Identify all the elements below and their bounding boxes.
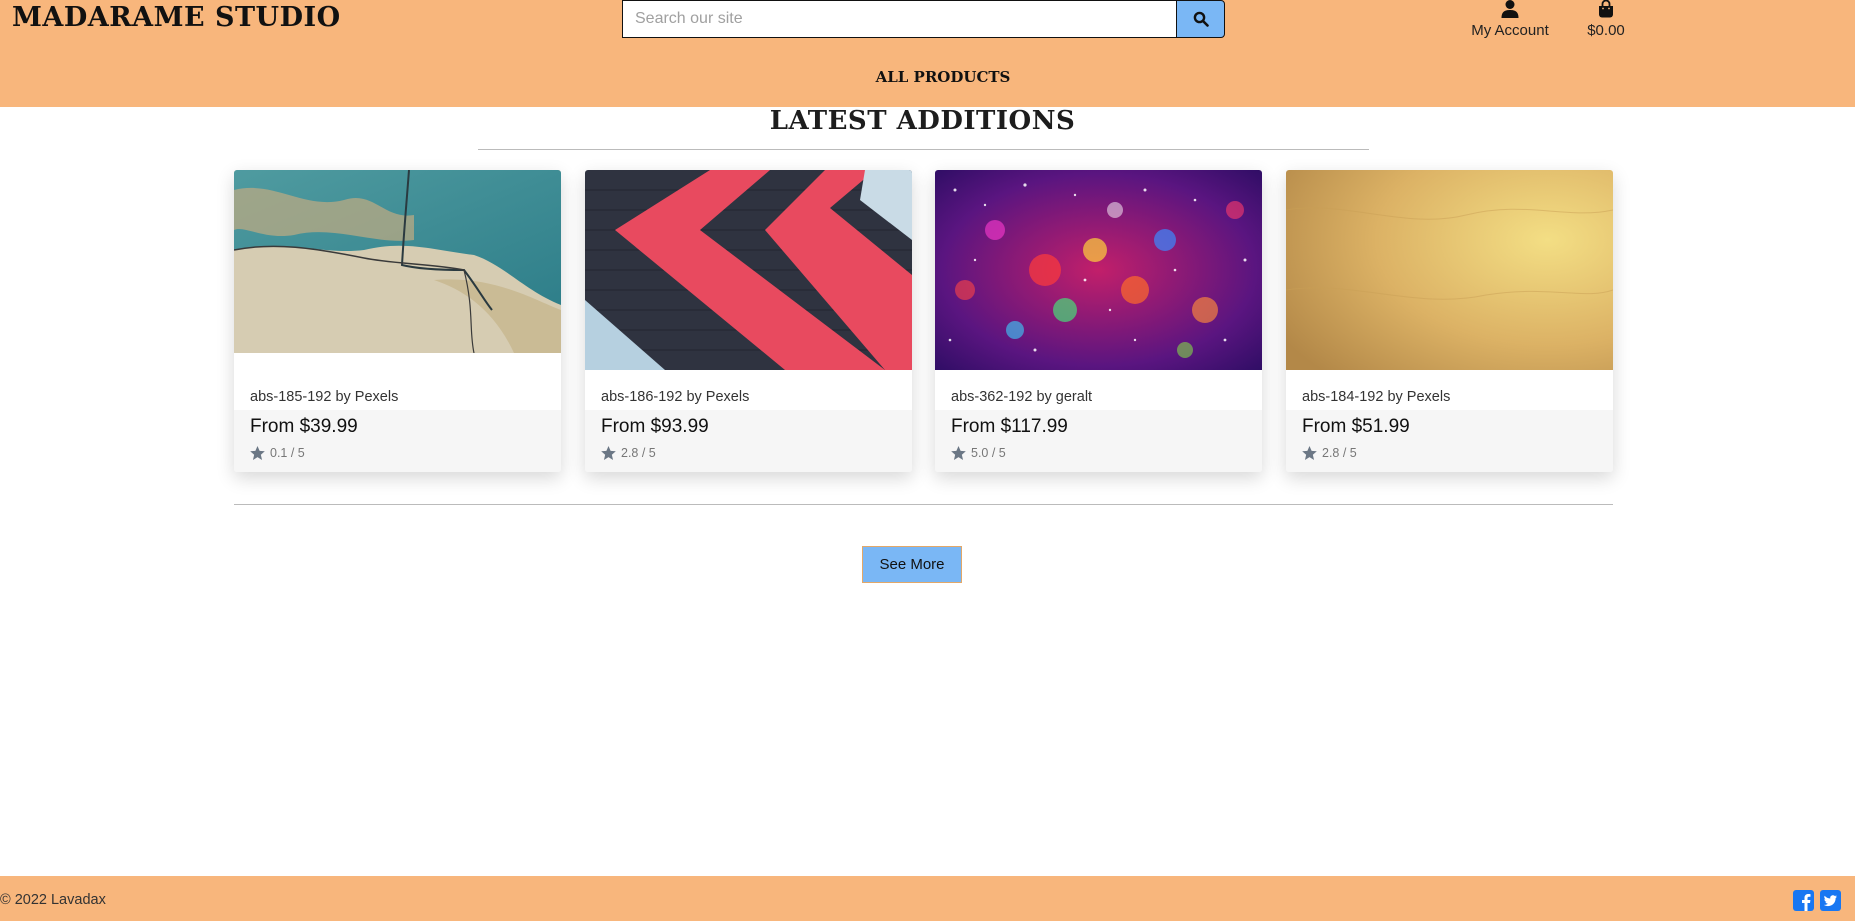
product-image (1286, 170, 1613, 370)
product-footer: From $39.99 0.1 / 5 (234, 410, 561, 472)
brand-logo[interactable]: MADARAME STUDIO (12, 2, 341, 33)
search-bar (622, 0, 1225, 38)
product-card[interactable]: abs-184-192 by Pexels From $51.99 2.8 / … (1286, 170, 1613, 472)
cart-link[interactable]: $0.00 (1580, 0, 1632, 39)
product-name[interactable]: abs-362-192 by geralt (951, 389, 1092, 405)
section-title: LATEST ADDITIONS (769, 106, 1076, 136)
product-rating: 0.1 / 5 (250, 446, 305, 460)
product-footer: From $93.99 2.8 / 5 (585, 410, 912, 472)
copyright-text: © 2022 Lavadax (0, 892, 106, 908)
product-name[interactable]: abs-185-192 by Pexels (250, 389, 398, 405)
search-button[interactable] (1176, 0, 1225, 38)
social-links (1793, 890, 1841, 916)
product-footer: From $117.99 5.0 / 5 (935, 410, 1262, 472)
product-image (935, 170, 1262, 370)
nav-all-products[interactable]: ALL PRODUCTS (876, 68, 1011, 86)
product-card[interactable]: abs-186-192 by Pexels From $93.99 2.8 / … (585, 170, 912, 472)
my-account-link[interactable]: My Account (1470, 0, 1550, 39)
product-rating: 2.8 / 5 (1302, 446, 1357, 460)
star-icon (1302, 446, 1317, 460)
cart-total: $0.00 (1587, 22, 1625, 39)
site-header: MADARAME STUDIO My Account (0, 0, 1855, 107)
product-price: From $39.99 (250, 416, 358, 437)
star-icon (951, 446, 966, 460)
product-footer: From $51.99 2.8 / 5 (1286, 410, 1613, 472)
product-rating-value: 2.8 / 5 (621, 446, 656, 460)
see-more-button[interactable]: See More (862, 546, 962, 583)
my-account-label: My Account (1471, 22, 1549, 39)
twitter-link[interactable] (1820, 890, 1841, 916)
product-rating: 2.8 / 5 (601, 446, 656, 460)
star-icon (250, 446, 265, 460)
product-card[interactable]: abs-362-192 by geralt From $117.99 5.0 /… (935, 170, 1262, 472)
facebook-link[interactable] (1793, 890, 1814, 916)
product-price: From $117.99 (951, 416, 1068, 437)
search-input[interactable] (622, 0, 1176, 38)
site-footer: © 2022 Lavadax (0, 876, 1855, 921)
product-rating-value: 0.1 / 5 (270, 446, 305, 460)
product-rating-value: 5.0 / 5 (971, 446, 1006, 460)
user-icon (1501, 0, 1519, 18)
product-name[interactable]: abs-184-192 by Pexels (1302, 389, 1450, 405)
product-price: From $51.99 (1302, 416, 1410, 437)
star-icon (601, 446, 616, 460)
product-rating: 5.0 / 5 (951, 446, 1006, 460)
main-nav: ALL PRODUCTS (0, 68, 1855, 87)
shopping-bag-icon (1599, 0, 1613, 18)
twitter-icon (1820, 890, 1841, 911)
product-image (234, 170, 561, 353)
section-divider (234, 504, 1613, 505)
product-name[interactable]: abs-186-192 by Pexels (601, 389, 749, 405)
product-rating-value: 2.8 / 5 (1322, 446, 1357, 460)
facebook-icon (1793, 890, 1814, 911)
product-image (585, 170, 912, 370)
search-icon (1193, 11, 1209, 27)
title-divider (478, 149, 1369, 150)
product-price: From $93.99 (601, 416, 709, 437)
product-card[interactable]: abs-185-192 by Pexels From $39.99 0.1 / … (234, 170, 561, 472)
